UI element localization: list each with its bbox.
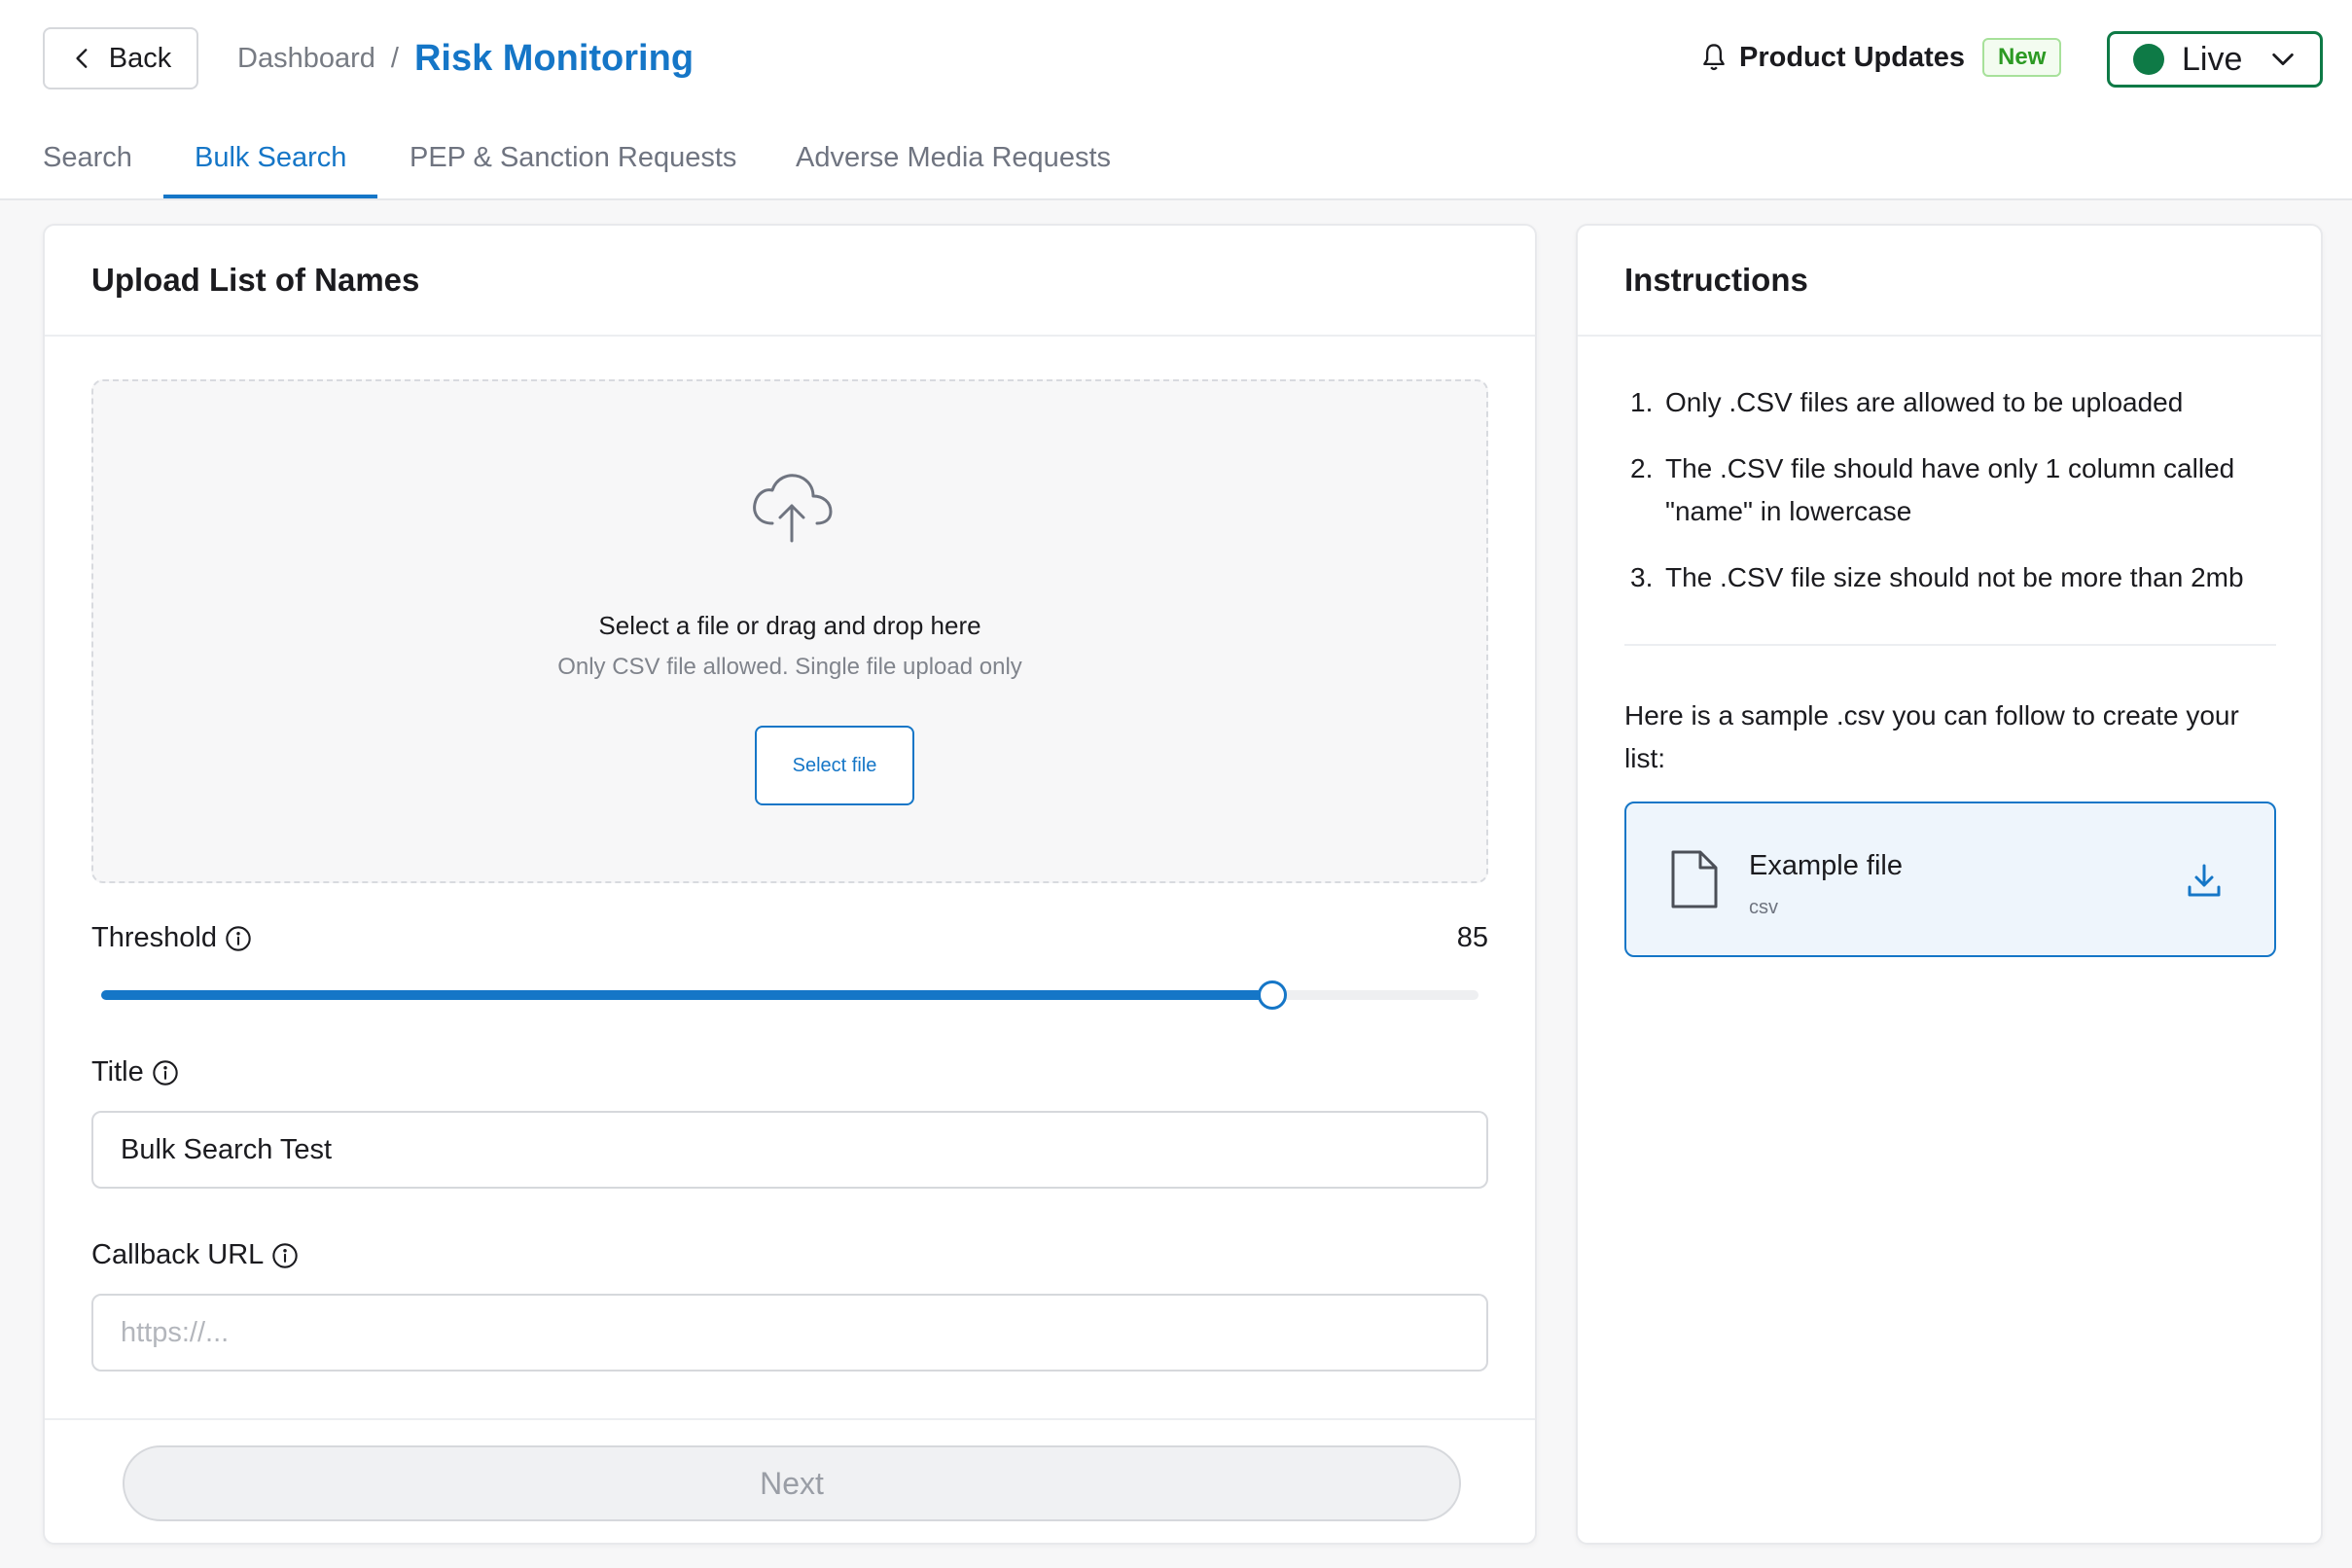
back-button-label: Back — [108, 42, 172, 74]
sample-csv-text: Here is a sample .csv you can follow to … — [1624, 700, 2239, 773]
instructions-list: 1. Only .CSV files are allowed to be upl… — [1624, 381, 2286, 623]
select-file-button[interactable]: Select file — [755, 726, 914, 805]
example-file-name: Example file — [1749, 850, 1903, 881]
title-label: Title — [91, 1056, 179, 1088]
upload-card-header: Upload List of Names — [45, 226, 1535, 337]
next-button[interactable]: Next — [123, 1445, 1461, 1521]
instructions-card-title: Instructions — [1624, 262, 1808, 298]
threshold-slider-thumb[interactable] — [1257, 980, 1287, 1010]
file-dropzone[interactable]: Select a file or drag and drop here Only… — [91, 379, 1488, 883]
top-header: Back Dashboard / Risk Monitoring Product… — [0, 0, 2352, 200]
threshold-slider[interactable] — [101, 980, 1479, 1010]
instructions-card-header: Instructions — [1578, 226, 2321, 337]
upload-card-footer: Next — [45, 1418, 1535, 1545]
instructions-card: Instructions 1. Only .CSV files are allo… — [1576, 224, 2323, 1545]
callback-url-label-text: Callback URL — [91, 1239, 265, 1270]
tab-adverse-media-requests[interactable]: Adverse Media Requests — [796, 142, 1111, 200]
tab-pep-sanction-requests[interactable]: PEP & Sanction Requests — [410, 142, 736, 200]
title-input[interactable] — [91, 1111, 1488, 1189]
example-file-type: csv — [1749, 897, 1778, 918]
tab-bulk-search[interactable]: Bulk Search — [195, 142, 346, 200]
chevron-left-icon — [76, 49, 88, 68]
callback-url-label: Callback URL — [91, 1239, 299, 1271]
tab-search[interactable]: Search — [43, 142, 132, 200]
dropzone-subtitle: Only CSV file allowed. Single file uploa… — [557, 654, 1022, 680]
instruction-text: Only .CSV files are allowed to be upload… — [1665, 387, 2184, 417]
dropzone-title: Select a file or drag and drop here — [598, 611, 981, 640]
product-updates-link[interactable]: Product Updates New — [1700, 33, 2062, 82]
breadcrumb-separator: / — [390, 42, 399, 74]
instruction-number: 3. — [1630, 562, 1654, 592]
breadcrumb-dashboard[interactable]: Dashboard — [237, 43, 375, 75]
chevron-down-icon — [2272, 53, 2294, 66]
bell-icon — [1703, 44, 1725, 71]
info-icon[interactable] — [225, 925, 252, 952]
new-badge: New — [1982, 38, 2062, 77]
info-icon[interactable] — [152, 1059, 179, 1087]
example-file-card[interactable]: Example file csv — [1624, 802, 2276, 957]
threshold-value: 85 — [1456, 922, 1488, 953]
instructions-divider — [1624, 644, 2276, 646]
product-updates-label: Product Updates — [1739, 41, 1966, 73]
environment-label: Live — [2182, 40, 2243, 78]
download-icon[interactable] — [2185, 862, 2224, 901]
cloud-upload-icon — [753, 474, 833, 543]
page-title: Risk Monitoring — [413, 37, 695, 79]
instruction-number: 1. — [1630, 387, 1654, 417]
upload-card-title: Upload List of Names — [91, 262, 420, 298]
tab-bar: Search Bulk Search PEP & Sanction Reques… — [0, 126, 1167, 200]
live-status-dot — [2133, 44, 2164, 75]
instruction-item: 1. Only .CSV files are allowed to be upl… — [1624, 381, 2286, 424]
threshold-label: Threshold — [91, 922, 252, 954]
breadcrumb: Dashboard / Risk Monitoring — [237, 29, 694, 88]
environment-select[interactable]: Live — [2107, 31, 2323, 88]
instruction-text: The .CSV file should have only 1 column … — [1665, 453, 2235, 526]
file-icon — [1671, 850, 1718, 909]
active-tab-indicator — [163, 195, 377, 198]
info-icon[interactable] — [271, 1242, 299, 1269]
threshold-slider-fill — [101, 990, 1272, 1000]
back-button[interactable]: Back — [43, 27, 198, 89]
upload-card: Upload List of Names Select a file or dr… — [43, 224, 1537, 1545]
instruction-number: 2. — [1630, 453, 1654, 483]
callback-url-input[interactable] — [91, 1294, 1488, 1372]
threshold-label-text: Threshold — [91, 922, 217, 953]
instruction-item: 3. The .CSV file size should not be more… — [1624, 556, 2286, 599]
instruction-text: The .CSV file size should not be more th… — [1665, 562, 2244, 592]
title-label-text: Title — [91, 1056, 144, 1087]
instruction-item: 2. The .CSV file should have only 1 colu… — [1624, 447, 2286, 533]
